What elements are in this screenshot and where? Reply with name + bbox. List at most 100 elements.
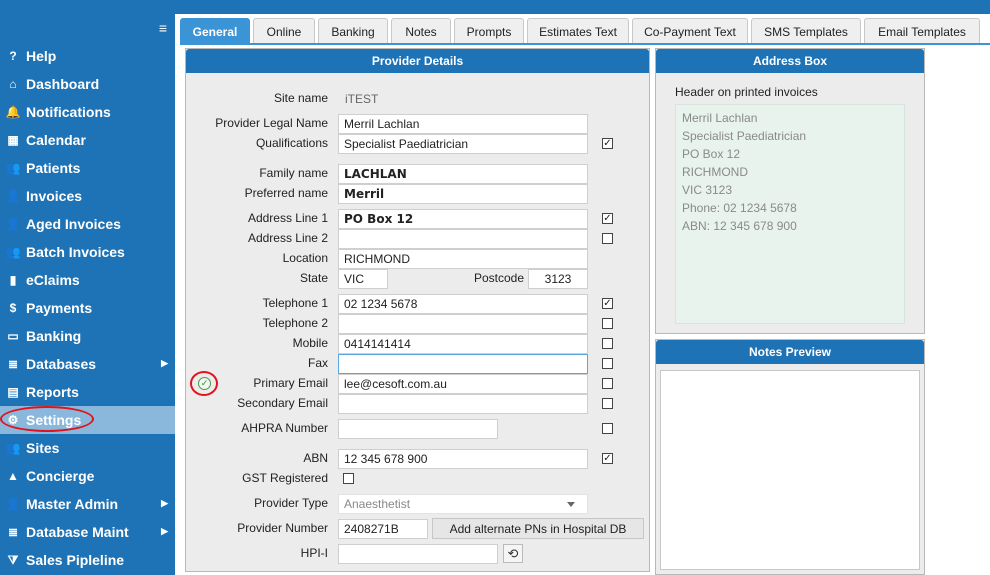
state-label: State: [299, 271, 328, 285]
sidebar-item-concierge[interactable]: ▲ Concierge: [0, 462, 175, 490]
tab-general[interactable]: General: [180, 18, 250, 44]
dollar-icon: $: [9, 301, 17, 315]
sidebar-item-help[interactable]: ? Help: [0, 42, 175, 70]
fax-field[interactable]: [338, 354, 588, 374]
sidebar-item-calendar[interactable]: ▦ Calendar: [0, 126, 175, 154]
state-field[interactable]: VIC: [338, 269, 388, 289]
address-line: RICHMOND: [682, 165, 748, 179]
tab-estimates-text[interactable]: Estimates Text: [527, 18, 629, 44]
funnel-icon: ⧩: [7, 552, 19, 567]
tab-prompts[interactable]: Prompts: [454, 18, 524, 44]
sidebar-item-eclaims[interactable]: ▮ eClaims: [0, 266, 175, 294]
postcode-field[interactable]: 3123: [528, 269, 588, 289]
sidebar-item-settings[interactable]: ⚙ Settings: [0, 406, 175, 434]
gst-registered-checkbox[interactable]: [343, 473, 354, 484]
address-line: PO Box 12: [682, 147, 741, 161]
sidebar-item-aged-invoices[interactable]: 👤 Aged Invoices: [0, 210, 175, 238]
address-line1-checkbox[interactable]: ✓: [602, 213, 613, 224]
sidebar-item-reports[interactable]: ▤ Reports: [0, 378, 175, 406]
header-printed-invoices-label: Header on printed invoices: [675, 85, 818, 99]
sidebar-item-patients[interactable]: 👥 Patients: [0, 154, 175, 182]
users-icon: 👥: [5, 441, 21, 455]
address-line: Phone: 02 1234 5678: [682, 201, 797, 215]
tab-banking[interactable]: Banking: [318, 18, 388, 44]
file-icon: ▮: [9, 273, 17, 287]
telephone1-field[interactable]: 02 1234 5678: [338, 294, 588, 314]
tab-notes[interactable]: Notes: [391, 18, 451, 44]
address-line2-field[interactable]: [338, 229, 588, 249]
telephone2-checkbox[interactable]: [602, 318, 613, 329]
sidebar-item-label: Aged Invoices: [26, 216, 121, 232]
add-alternate-pn-button[interactable]: Add alternate PNs in Hospital DB: [432, 518, 644, 539]
address-line1-label: Address Line 1: [247, 211, 328, 225]
telephone2-field[interactable]: [338, 314, 588, 334]
gear-icon: ⚙: [7, 413, 19, 427]
legal-name-field[interactable]: Merril Lachlan: [338, 114, 588, 134]
address-box-title: Address Box: [656, 49, 924, 73]
tab-online[interactable]: Online: [253, 18, 315, 44]
telephone1-checkbox[interactable]: ✓: [602, 298, 613, 309]
address-line2-checkbox[interactable]: [602, 233, 613, 244]
abn-checkbox[interactable]: ✓: [602, 453, 613, 464]
chevron-right-icon: ▶: [161, 498, 168, 508]
tab-email-templates[interactable]: Email Templates: [864, 18, 980, 44]
ahpra-checkbox[interactable]: [602, 423, 613, 434]
user-clock-icon: 👤: [5, 217, 21, 231]
sidebar-item-dashboard[interactable]: ⌂ Dashboard: [0, 70, 175, 98]
primary-email-field[interactable]: lee@cesoft.com.au: [338, 374, 588, 394]
hpii-field[interactable]: [338, 544, 498, 564]
card-icon: ▭: [7, 329, 19, 343]
sidebar-item-batch-invoices[interactable]: 👥 Batch Invoices: [0, 238, 175, 266]
tab-sms-templates[interactable]: SMS Templates: [751, 18, 861, 44]
sidebar-item-notifications[interactable]: 🔔 Notifications: [0, 98, 175, 126]
address-preview-box: Merril Lachlan Specialist Paediatrician PO…: [675, 104, 905, 324]
sidebar-item-payments[interactable]: $ Payments: [0, 294, 175, 322]
abn-field[interactable]: 12 345 678 900: [338, 449, 588, 469]
address-line: VIC 3123: [682, 183, 733, 197]
location-field[interactable]: RICHMOND: [338, 249, 588, 269]
provider-type-value: Anaesthetist: [344, 497, 411, 511]
secondary-email-field[interactable]: [338, 394, 588, 414]
fax-label: Fax: [307, 356, 328, 370]
database-icon: ≣: [7, 357, 19, 371]
refresh-icon[interactable]: ⟲: [503, 544, 523, 563]
sidebar-item-databases[interactable]: ≣ Databases ▶: [0, 350, 175, 378]
sidebar-item-sites[interactable]: 👥 Sites: [0, 434, 175, 462]
ahpra-label: AHPRA Number: [241, 421, 328, 435]
chevron-right-icon: ▶: [161, 526, 168, 536]
mobile-field[interactable]: 0414141414: [338, 334, 588, 354]
qualifications-field[interactable]: Specialist Paediatrician: [338, 134, 588, 154]
primary-email-checkbox[interactable]: [602, 378, 613, 389]
sidebar-item-sales-pipleline[interactable]: ⧩ Sales Pipleline: [0, 546, 175, 574]
sidebar-item-label: Batch Invoices: [26, 244, 125, 260]
report-icon: ▤: [7, 385, 19, 399]
sidebar-item-label: Help: [26, 48, 57, 64]
sidebar-item-master-admin[interactable]: 👤 Master Admin ▶: [0, 490, 175, 518]
tab-co-payment-text[interactable]: Co-Payment Text: [632, 18, 748, 44]
hamburger-menu-icon[interactable]: ≡: [159, 20, 167, 36]
address-line1-field[interactable]: PO Box 12: [338, 209, 588, 229]
secondary-email-checkbox[interactable]: [602, 398, 613, 409]
provider-number-field[interactable]: 2408271B: [338, 519, 428, 539]
sidebar-item-label: eClaims: [26, 272, 80, 288]
sidebar-item-banking[interactable]: ▭ Banking: [0, 322, 175, 350]
mobile-checkbox[interactable]: [602, 338, 613, 349]
sidebar-item-label: Databases: [26, 356, 97, 372]
qualifications-checkbox[interactable]: ✓: [602, 138, 613, 149]
sidebar-item-label: Sites: [26, 440, 60, 456]
sidebar-item-invoices[interactable]: 👤 Invoices: [0, 182, 175, 210]
site-name-label: Site name: [273, 91, 328, 105]
fax-checkbox[interactable]: [602, 358, 613, 369]
sidebar-item-label: Master Admin: [26, 496, 119, 512]
family-name-label: Family name: [259, 166, 328, 180]
sidebar: ≡ ? Help ⌂ Dashboard 🔔 Notifications ▦ Calendar…: [0, 0, 175, 575]
ahpra-field[interactable]: [338, 419, 498, 439]
sidebar-item-label: Payments: [26, 300, 93, 316]
preferred-name-field[interactable]: Merril: [338, 184, 588, 204]
qualifications-label: Qualifications: [255, 136, 328, 150]
family-name-field[interactable]: LACHLAN: [338, 164, 588, 184]
address-line: Specialist Paediatrician: [682, 129, 807, 143]
address-line: ABN: 12 345 678 900: [682, 219, 797, 233]
sidebar-item-database-maint[interactable]: ≣ Database Maint ▶: [0, 518, 175, 546]
provider-type-select[interactable]: Anaesthetist: [338, 494, 588, 514]
